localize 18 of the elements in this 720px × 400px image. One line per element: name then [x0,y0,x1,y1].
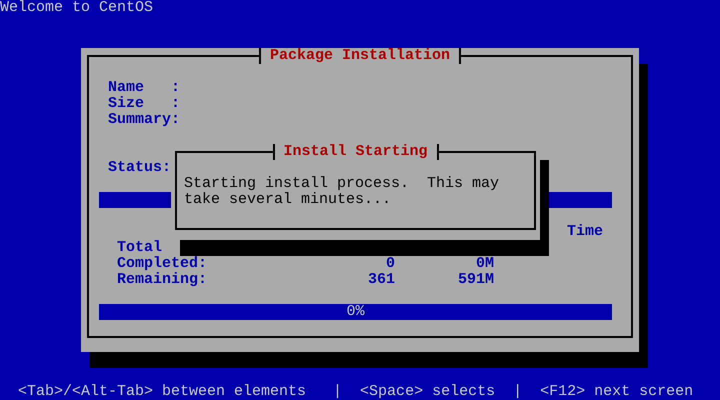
table-cell: 361 [368,272,395,288]
row-label: Completed: [117,256,208,272]
dialog-title: Install Starting [272,144,439,160]
table-cell: 0 [386,256,395,272]
field-label: Name : [108,80,180,96]
key-hints: <Tab>/<Alt-Tab> between elements | <Space> selects | <F12> next screen [18,384,694,400]
field-label: Summary: [108,112,180,128]
field-label: Size : [108,96,180,112]
row-label: Total [117,240,162,256]
progress-percent: 0% [346,304,364,320]
row-label: Remaining: [117,272,208,288]
table-cell: 591M [458,272,494,288]
screen-title: Welcome to CentOS [0,0,154,16]
time-heading: Time [567,224,604,240]
window-title: Package Installation [258,48,462,64]
table-cell: 0M [476,256,494,272]
dialog-message: Starting install process. This may take several minutes... [184,176,500,208]
status-label: Status: [108,160,172,176]
